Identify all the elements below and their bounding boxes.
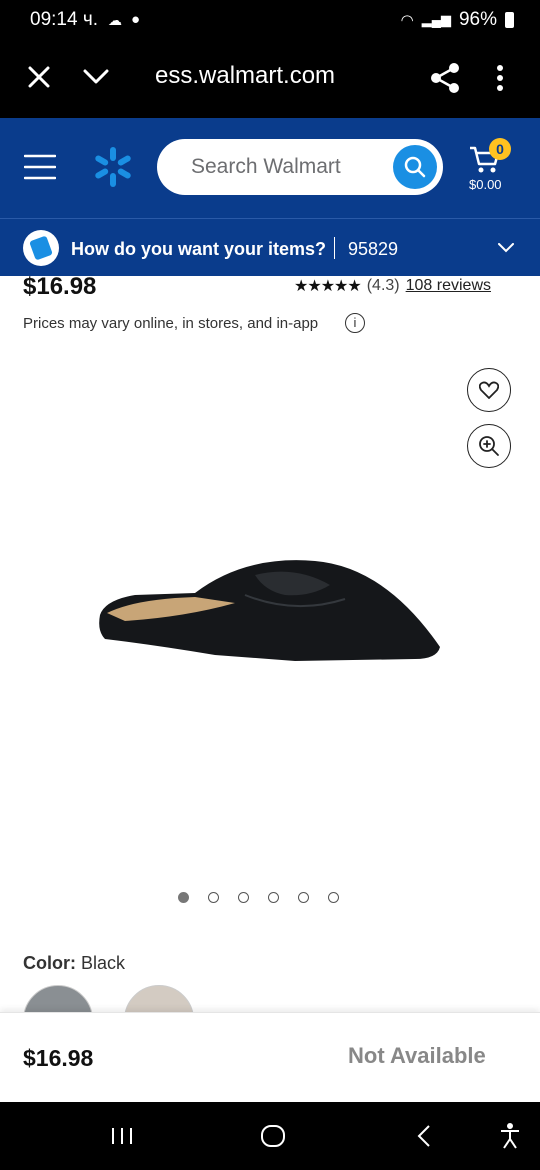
chevron-down-icon[interactable] bbox=[83, 69, 109, 85]
cart-total: $0.00 bbox=[469, 177, 502, 192]
walmart-spark-logo[interactable] bbox=[92, 146, 134, 188]
pagination-dot[interactable] bbox=[328, 892, 339, 903]
chevron-down-icon bbox=[498, 243, 514, 253]
menu-icon[interactable] bbox=[24, 154, 56, 180]
sticky-purchase-bar: $16.98 Not Available bbox=[0, 1012, 540, 1103]
divider bbox=[334, 237, 335, 259]
delivery-icon bbox=[23, 230, 59, 266]
browser-toolbar: ess.walmart.com bbox=[0, 42, 540, 118]
pagination-dot[interactable] bbox=[268, 892, 279, 903]
delivery-prompt: How do you want your items? bbox=[71, 239, 327, 259]
system-nav-bar bbox=[0, 1102, 540, 1170]
url-field[interactable]: ess.walmart.com bbox=[155, 62, 335, 90]
cart-count-badge: 0 bbox=[489, 138, 511, 160]
accessibility-icon[interactable] bbox=[499, 1122, 521, 1150]
bottom-price: $16.98 bbox=[23, 1045, 94, 1071]
search-button[interactable] bbox=[393, 145, 437, 189]
favorite-button[interactable] bbox=[467, 368, 511, 412]
image-pagination[interactable] bbox=[178, 892, 339, 903]
pagination-dot[interactable] bbox=[178, 892, 189, 903]
site-header: Search Walmart 0 $0.00 How do you want y… bbox=[0, 118, 540, 276]
signal-icon: ▂▄▆ bbox=[421, 12, 451, 27]
pagination-dot[interactable] bbox=[298, 892, 309, 903]
status-time: 09:14 ч. bbox=[30, 9, 99, 30]
color-selection-label: Color: Black bbox=[23, 953, 125, 974]
cloud-icon: ☁ bbox=[108, 12, 122, 28]
pagination-dot[interactable] bbox=[208, 892, 219, 903]
color-value: Black bbox=[81, 953, 126, 973]
battery-percent: 96% bbox=[458, 9, 497, 30]
product-price: $16.98 bbox=[23, 273, 97, 300]
rating-stars-icon: ★★★★★ bbox=[294, 278, 362, 295]
more-options-icon[interactable] bbox=[496, 64, 504, 92]
product-image bbox=[99, 560, 440, 661]
back-icon[interactable] bbox=[415, 1124, 433, 1148]
search-placeholder: Search Walmart bbox=[191, 155, 341, 178]
battery-icon bbox=[505, 12, 514, 28]
wifi-icon: ◠ bbox=[400, 12, 414, 29]
rating-value: (4.3) bbox=[366, 277, 400, 294]
pagination-dot[interactable] bbox=[238, 892, 249, 903]
product-rating[interactable]: ★★★★★ (4.3) 108 reviews bbox=[294, 276, 491, 296]
heart-icon bbox=[479, 381, 499, 399]
zip-code: 95829 bbox=[348, 239, 399, 259]
status-bar: 09:14 ч. ☁ ● ◠ ▂▄▆ 96% bbox=[0, 0, 540, 42]
message-icon: ● bbox=[131, 11, 141, 28]
reviews-link[interactable]: 108 reviews bbox=[406, 277, 491, 295]
info-icon[interactable]: i bbox=[345, 313, 365, 333]
product-image-gallery[interactable] bbox=[0, 345, 540, 875]
search-icon bbox=[404, 156, 426, 178]
availability-status: Not Available bbox=[348, 1043, 486, 1068]
delivery-selector[interactable]: How do you want your items? 95829 bbox=[0, 218, 540, 277]
share-icon[interactable] bbox=[430, 62, 460, 94]
color-label: Color: bbox=[23, 953, 76, 973]
recent-apps-icon[interactable] bbox=[110, 1126, 134, 1146]
home-icon[interactable] bbox=[260, 1124, 286, 1148]
zoom-in-icon bbox=[479, 436, 499, 456]
search-input[interactable]: Search Walmart bbox=[157, 139, 443, 195]
close-icon[interactable] bbox=[28, 66, 50, 88]
status-right: ◠ ▂▄▆ 96% bbox=[401, 9, 514, 31]
price-disclaimer: Prices may vary online, in stores, and i… bbox=[23, 315, 319, 332]
zoom-button[interactable] bbox=[467, 424, 511, 468]
